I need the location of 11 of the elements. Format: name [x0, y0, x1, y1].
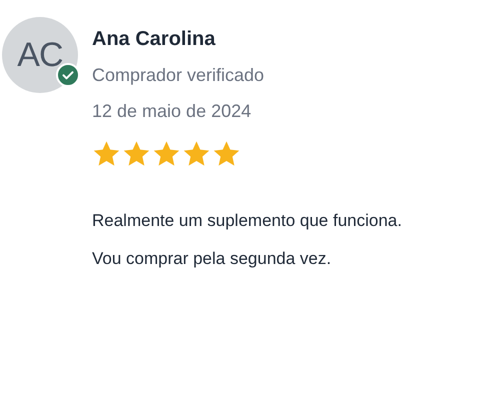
star-icon — [122, 140, 151, 168]
author-name: Ana Carolina — [92, 27, 216, 52]
star-icon — [92, 140, 121, 168]
review-date: 12 de maio de 2024 — [92, 100, 252, 123]
avatar: AC — [2, 17, 78, 93]
verified-buyer-label: Comprador verificado — [92, 64, 266, 87]
review-text: Realmente um suplemento que funciona. — [92, 210, 402, 232]
review-text: Vou comprar pela segunda vez. — [92, 248, 332, 270]
star-icon — [152, 140, 181, 168]
star-icon — [212, 140, 241, 168]
star-icon — [182, 140, 211, 168]
